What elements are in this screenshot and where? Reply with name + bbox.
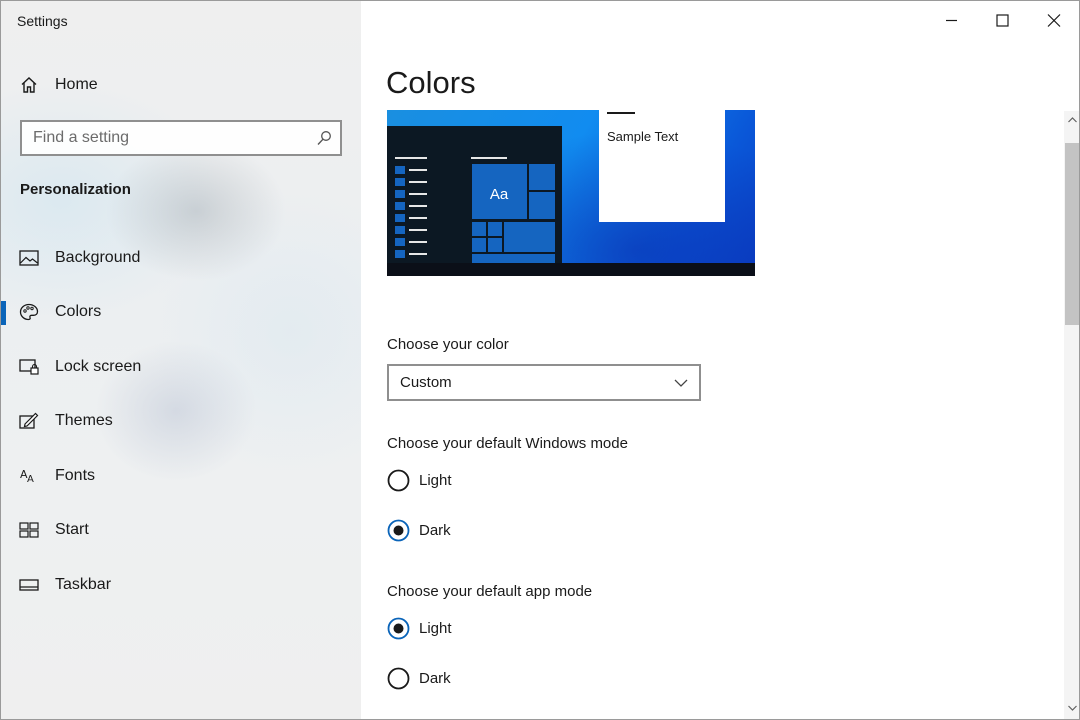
sidebar-item-background[interactable]: Background: [1, 238, 361, 278]
minimize-icon: [946, 19, 957, 22]
radio-label: Dark: [419, 522, 451, 539]
chevron-down-icon: [1068, 705, 1077, 711]
search-input[interactable]: [22, 123, 302, 153]
preview-start-graphic: Aa: [395, 157, 555, 263]
home-icon: [21, 77, 37, 93]
sidebar-item-colors[interactable]: Colors: [1, 292, 361, 332]
color-dropdown[interactable]: Custom: [387, 364, 701, 401]
lock-screen-icon: [19, 359, 39, 375]
preview-sample-text: Sample Text: [607, 129, 679, 144]
themes-icon: [19, 412, 39, 429]
sidebar-item-label: Taskbar: [55, 576, 112, 593]
sidebar: Settings Home Personalization Background: [1, 1, 361, 719]
svg-text:A: A: [27, 474, 34, 485]
color-dropdown-value: Custom: [400, 374, 452, 391]
fonts-icon: A A: [20, 468, 34, 485]
radio-checked-icon: [387, 617, 410, 640]
chevron-down-icon: [674, 379, 688, 387]
palette-icon: [19, 303, 39, 321]
taskbar-icon: [19, 579, 39, 591]
radio-checked-icon: [387, 519, 410, 542]
sidebar-item-taskbar[interactable]: Taskbar: [1, 565, 361, 605]
preview-start-menu: Aa: [387, 126, 562, 263]
radio-label: Dark: [419, 670, 451, 687]
page-title: Colors: [386, 65, 476, 100]
sidebar-item-label: Background: [55, 249, 141, 266]
chevron-up-icon: [1068, 117, 1077, 123]
radio-label: Light: [419, 620, 452, 637]
windows-mode-label: Choose your default Windows mode: [387, 435, 628, 452]
sidebar-item-label: Lock screen: [55, 358, 142, 375]
app-mode-light-radio[interactable]: Light: [387, 616, 587, 642]
preview-sample-window: Sample Text: [599, 110, 725, 222]
sidebar-item-label: Themes: [55, 412, 113, 429]
color-preview: Aa Sample Text: [387, 110, 755, 276]
choose-color-label: Choose your color: [387, 336, 509, 353]
app-mode-label: Choose your default app mode: [387, 583, 593, 600]
sidebar-item-label: Home: [55, 76, 98, 93]
picture-icon: [19, 250, 39, 266]
scroll-up-button[interactable]: [1064, 111, 1079, 129]
search-box: [20, 120, 342, 156]
main-content: Colors Aa Sample Text Choose your color …: [361, 1, 1079, 719]
sidebar-item-lock-screen[interactable]: Lock screen: [1, 347, 361, 387]
windows-mode-light-radio[interactable]: Light: [387, 468, 587, 494]
sidebar-item-home[interactable]: Home: [1, 67, 361, 103]
maximize-button[interactable]: [977, 1, 1027, 41]
maximize-icon: [996, 14, 1009, 27]
search-icon[interactable]: [316, 130, 332, 146]
scrollbar-thumb[interactable]: [1065, 143, 1079, 325]
sidebar-item-fonts[interactable]: A A Fonts: [1, 456, 361, 496]
window-title: Settings: [17, 13, 68, 29]
close-icon: [1047, 14, 1061, 27]
sidebar-item-label: Fonts: [55, 467, 96, 484]
preview-window-titlebar: [607, 112, 635, 114]
radio-unchecked-icon: [387, 469, 410, 492]
settings-window: Settings Home Personalization Background: [0, 0, 1080, 720]
sidebar-item-label: Colors: [55, 303, 102, 320]
windows-mode-dark-radio[interactable]: Dark: [387, 518, 587, 544]
section-title: Personalization: [20, 181, 131, 198]
sidebar-item-label: Start: [55, 521, 89, 538]
preview-tile-text: Aa: [490, 186, 509, 203]
radio-label: Light: [419, 472, 452, 489]
scroll-down-button[interactable]: [1064, 699, 1079, 717]
active-indicator: [1, 301, 6, 325]
radio-unchecked-icon: [387, 667, 410, 690]
start-icon: [19, 522, 39, 538]
minimize-button[interactable]: [926, 1, 976, 41]
preview-taskbar: [387, 263, 755, 276]
sidebar-item-themes[interactable]: Themes: [1, 401, 361, 441]
app-mode-dark-radio[interactable]: Dark: [387, 666, 587, 692]
close-button[interactable]: [1028, 1, 1078, 41]
sidebar-item-start[interactable]: Start: [1, 510, 361, 550]
